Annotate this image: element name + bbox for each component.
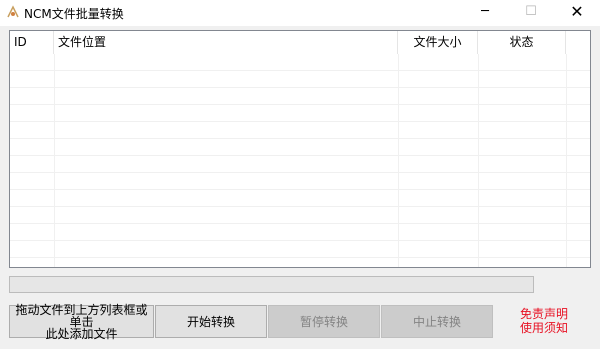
disclaimer-line1: 免责声明 bbox=[519, 307, 568, 321]
empty-row bbox=[10, 173, 590, 190]
empty-row bbox=[10, 71, 590, 88]
column-header-status[interactable]: 状态 bbox=[478, 31, 566, 54]
grid-column-line bbox=[566, 54, 567, 267]
progress-bar bbox=[9, 276, 534, 293]
grid-column-line bbox=[478, 54, 479, 267]
start-convert-button[interactable]: 开始转换 bbox=[155, 305, 267, 338]
column-header-file-size[interactable]: 文件大小 bbox=[398, 31, 478, 54]
app-icon bbox=[7, 5, 19, 18]
column-header-filler bbox=[566, 31, 590, 54]
pause-convert-button[interactable]: 暂停转换 bbox=[268, 305, 380, 338]
close-button[interactable]: ✕ bbox=[554, 0, 600, 26]
empty-row bbox=[10, 190, 590, 207]
empty-row bbox=[10, 54, 590, 71]
add-files-button[interactable]: 拖动文件到上方列表框或单击 此处添加文件 bbox=[9, 302, 154, 341]
empty-row bbox=[10, 122, 590, 139]
title-bar[interactable]: NCM文件批量转换 ─ ☐ ✕ bbox=[0, 0, 600, 26]
window-title: NCM文件批量转换 bbox=[24, 7, 124, 21]
column-header-id[interactable]: ID bbox=[10, 31, 54, 54]
empty-row bbox=[10, 224, 590, 241]
maximize-button[interactable]: ☐ bbox=[508, 0, 554, 26]
disclaimer-link[interactable]: 免责声明 使用须知 bbox=[512, 307, 576, 335]
empty-row bbox=[10, 156, 590, 173]
add-files-label-line1: 拖动文件到上方列表框或单击 bbox=[15, 302, 148, 329]
empty-row bbox=[10, 88, 590, 105]
stop-convert-button[interactable]: 中止转换 bbox=[381, 305, 493, 338]
file-list[interactable]: ID 文件位置 文件大小 状态 bbox=[9, 30, 591, 268]
column-header-file-location[interactable]: 文件位置 bbox=[54, 31, 398, 54]
empty-row bbox=[10, 105, 590, 122]
empty-row bbox=[10, 241, 590, 258]
minimize-button[interactable]: ─ bbox=[462, 0, 508, 26]
list-header: ID 文件位置 文件大小 状态 bbox=[10, 31, 590, 54]
empty-row bbox=[10, 258, 590, 267]
grid-column-line bbox=[398, 54, 399, 267]
grid-column-line bbox=[54, 54, 55, 267]
empty-row bbox=[10, 207, 590, 224]
disclaimer-line2: 使用须知 bbox=[519, 321, 568, 335]
empty-row bbox=[10, 139, 590, 156]
add-files-label-line2: 此处添加文件 bbox=[45, 326, 118, 341]
